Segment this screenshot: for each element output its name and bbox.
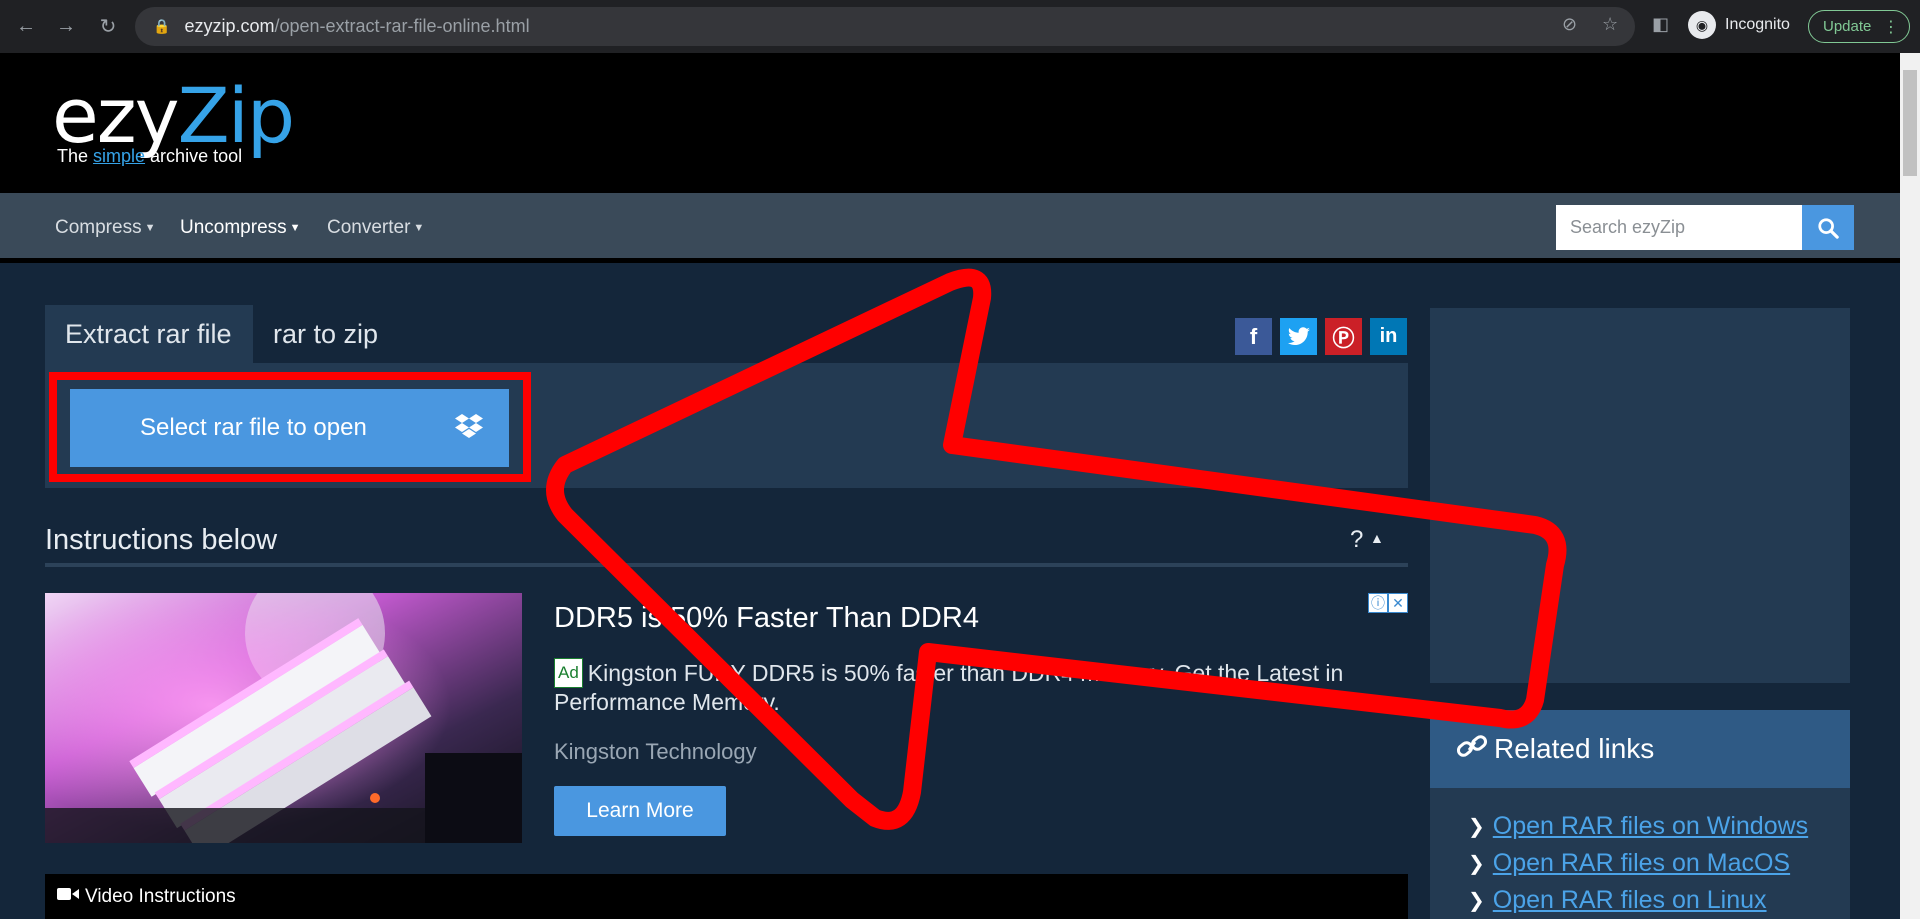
reload-icon[interactable]: ↻: [94, 12, 122, 40]
nav-compress[interactable]: Compress ▼: [55, 217, 155, 239]
main-navbar: Compress ▼ Uncompress ▼ Converter ▼: [0, 193, 1900, 263]
select-rar-file-button[interactable]: Select rar file to open: [70, 389, 509, 467]
ad-choices[interactable]: ⓘ ✕: [1368, 593, 1408, 613]
chevron-right-icon: ❯: [1468, 890, 1485, 912]
link-icon: [1456, 732, 1488, 767]
side-panel-icon[interactable]: ◧: [1652, 14, 1669, 35]
chevron-right-icon: ❯: [1468, 816, 1485, 838]
close-icon[interactable]: ✕: [1388, 593, 1408, 613]
update-button[interactable]: Update ⋮: [1808, 10, 1910, 43]
divider: [45, 563, 1408, 567]
nav-uncompress[interactable]: Uncompress ▼: [180, 217, 301, 239]
facebook-icon: f: [1249, 323, 1258, 349]
nav-converter[interactable]: Converter ▼: [327, 217, 424, 239]
forward-arrow-icon[interactable]: →: [52, 12, 80, 40]
incognito-indicator[interactable]: ◉ Incognito: [1688, 11, 1790, 39]
twitter-share-button[interactable]: [1280, 318, 1317, 355]
video-instructions-bar[interactable]: Video Instructions: [45, 874, 1408, 919]
page-scrollbar[interactable]: [1900, 53, 1920, 919]
scrollbar-thumb[interactable]: [1903, 70, 1917, 176]
chevron-right-icon: ❯: [1468, 853, 1485, 875]
ad-image[interactable]: [45, 593, 522, 843]
instructions-toggle[interactable]: ? ▲: [1350, 526, 1384, 554]
ad-body: Ad Kingston FURY DDR5 is 50% faster than …: [554, 658, 1344, 715]
instructions-heading: Instructions below: [45, 524, 278, 556]
caret-down-icon: ▼: [413, 221, 425, 234]
tab-extract-rar[interactable]: Extract rar file: [45, 305, 253, 363]
bookmark-star-icon[interactable]: ☆: [1602, 14, 1618, 35]
linkedin-share-button[interactable]: in: [1370, 318, 1407, 355]
main-content: Extract rar file rar to zip f Ⓟ in Selec…: [0, 268, 1900, 919]
related-links-list: ❯ Open RAR files on Windows ❯ Open RAR fil…: [1430, 788, 1850, 919]
address-bar[interactable]: 🔒 ezyzip.com/open-extract-rar-file-onlin…: [135, 7, 1635, 46]
site-header: ezyZip The simple archive tool: [0, 53, 1900, 193]
related-link-windows[interactable]: Open RAR files on Windows: [1493, 812, 1808, 841]
related-link-macos[interactable]: Open RAR files on MacOS: [1493, 849, 1790, 878]
pinterest-share-button[interactable]: Ⓟ: [1325, 318, 1362, 355]
sidebar-ad-slot: [1430, 308, 1850, 683]
ad-title[interactable]: DDR5 is 50% Faster Than DDR4: [554, 602, 979, 635]
lock-icon: 🔒: [153, 18, 171, 34]
video-camera-icon: [57, 886, 79, 908]
related-link-linux[interactable]: Open RAR files on Linux: [1493, 886, 1767, 915]
twitter-icon: [1287, 326, 1310, 345]
dropbox-icon[interactable]: [455, 413, 483, 439]
url-text: ezyzip.com/open-extract-rar-file-online.…: [184, 16, 530, 36]
tab-rar-to-zip[interactable]: rar to zip: [253, 305, 398, 363]
list-item: ❯ Open RAR files on MacOS: [1430, 845, 1850, 882]
search-icon: [1818, 217, 1839, 239]
caret-down-icon: ▼: [289, 221, 301, 234]
ad-badge: Ad: [554, 658, 583, 688]
ram-product-photo: [45, 593, 522, 843]
list-item: ❯ Open RAR files on Windows: [1430, 808, 1850, 845]
info-icon[interactable]: ⓘ: [1368, 593, 1388, 613]
search-input[interactable]: [1556, 205, 1802, 250]
related-links-header: Related links: [1430, 710, 1850, 788]
site-tagline: The simple archive tool: [57, 146, 243, 166]
browser-toolbar: ← → ↻ 🔒 ezyzip.com/open-extract-rar-file…: [0, 0, 1920, 53]
learn-more-button[interactable]: Learn More: [554, 786, 726, 836]
linkedin-icon: in: [1379, 325, 1398, 347]
caret-down-icon: ▼: [144, 221, 156, 234]
more-vert-icon[interactable]: ⋮: [1883, 17, 1899, 37]
search-button[interactable]: [1802, 205, 1854, 250]
eye-off-icon[interactable]: ⊘: [1562, 14, 1577, 35]
caret-up-icon: ▲: [1370, 530, 1384, 546]
pinterest-icon: Ⓟ: [1332, 325, 1355, 351]
facebook-share-button[interactable]: f: [1235, 318, 1272, 355]
incognito-icon: ◉: [1688, 11, 1716, 39]
list-item: ❯ Open RAR files on Linux: [1430, 882, 1850, 919]
back-arrow-icon[interactable]: ←: [12, 12, 40, 40]
ad-source: Kingston Technology: [554, 739, 757, 764]
